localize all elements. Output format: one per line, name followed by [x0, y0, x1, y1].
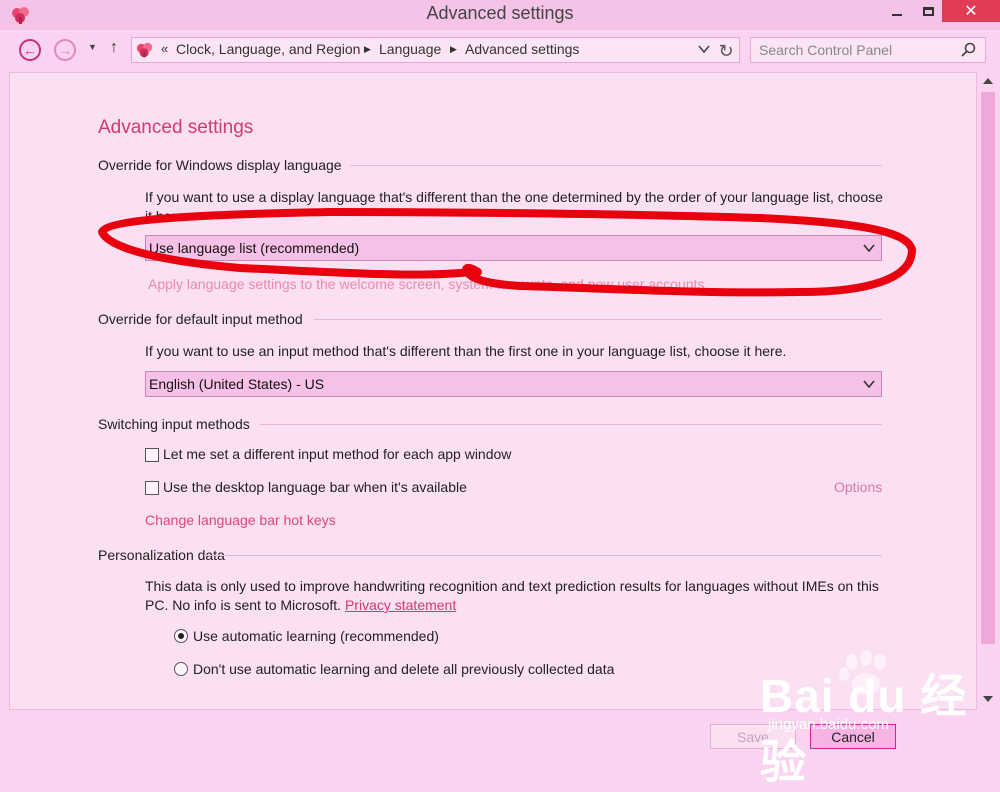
close-icon: ✕ — [964, 3, 978, 20]
scroll-thumb[interactable] — [981, 92, 995, 644]
address-dropdown-icon[interactable] — [698, 43, 710, 55]
back-button[interactable]: ← — [19, 39, 41, 61]
section-display-language-title: Override for Windows display language — [98, 157, 342, 173]
maximize-icon — [922, 6, 934, 16]
language-bar-label[interactable]: Use the desktop language bar when it's a… — [163, 479, 467, 495]
refresh-button[interactable]: ↻ — [714, 39, 738, 63]
recent-locations-button[interactable]: ▼ — [88, 42, 97, 52]
input-method-dropdown[interactable]: English (United States) - US — [145, 371, 882, 397]
section-divider — [204, 555, 882, 556]
up-button[interactable]: ↑ — [110, 39, 118, 57]
personalization-description-text: This data is only used to improve handwr… — [145, 578, 879, 613]
language-bar-checkbox[interactable] — [145, 481, 159, 495]
hot-keys-link[interactable]: Change language bar hot keys — [145, 512, 336, 528]
chevron-down-icon: ▼ — [88, 42, 97, 52]
no-learning-label[interactable]: Don't use automatic learning and delete … — [193, 661, 614, 677]
vertical-scrollbar[interactable] — [978, 72, 998, 710]
display-language-description: If you want to use a display language th… — [145, 189, 883, 224]
language-bar-options-link[interactable]: Options — [834, 479, 882, 495]
scroll-up-icon[interactable] — [980, 74, 996, 88]
display-language-dropdown[interactable]: Use language list (recommended) — [145, 235, 882, 261]
refresh-icon: ↻ — [718, 40, 734, 61]
page-title: Advanced settings — [98, 117, 254, 138]
chevron-down-icon — [863, 244, 875, 253]
radio-selected-dot — [178, 633, 184, 639]
search-input[interactable] — [751, 38, 972, 62]
section-input-method-title: Override for default input method — [98, 311, 303, 327]
personalization-description: This data is only used to improve handwr… — [145, 577, 885, 615]
breadcrumb-language[interactable]: Language — [379, 41, 441, 57]
input-method-selected: English (United States) - US — [149, 376, 325, 392]
breadcrumb-separator-icon[interactable]: ▶ — [450, 44, 457, 55]
breadcrumb-advanced-settings[interactable]: Advanced settings — [465, 41, 579, 57]
control-panel-icon — [136, 42, 153, 58]
search-icon[interactable] — [959, 41, 977, 59]
per-app-input-checkbox[interactable] — [145, 448, 159, 462]
section-switching-title: Switching input methods — [98, 416, 250, 432]
forward-button[interactable]: → — [54, 39, 76, 61]
breadcrumb-overflow[interactable]: « — [161, 41, 168, 56]
section-divider — [350, 165, 882, 166]
maximize-button[interactable] — [914, 0, 942, 22]
privacy-statement-link[interactable]: Privacy statement — [345, 597, 456, 613]
chevron-down-icon — [863, 380, 875, 389]
breadcrumb-clock-language-region[interactable]: Clock, Language, and Region — [176, 41, 360, 57]
arrow-left-icon: ← — [23, 42, 37, 58]
search-box[interactable] — [750, 37, 986, 63]
minimize-icon — [892, 14, 902, 16]
window-title: Advanced settings — [426, 3, 574, 23]
breadcrumb-separator-icon[interactable]: ▶ — [364, 44, 371, 55]
automatic-learning-radio[interactable] — [174, 629, 188, 643]
no-learning-radio[interactable] — [174, 662, 188, 676]
automatic-learning-label[interactable]: Use automatic learning (recommended) — [193, 628, 439, 644]
close-button[interactable]: ✕ — [942, 0, 1000, 22]
minimize-button[interactable] — [880, 0, 914, 22]
display-language-selected: Use language list (recommended) — [149, 240, 360, 256]
title-bar: Advanced settings ✕ — [0, 0, 1000, 30]
arrow-right-icon: → — [58, 42, 72, 58]
apply-language-settings-link[interactable]: Apply language settings to the welcome s… — [148, 276, 704, 292]
watermark-url: jingyan.baidu.com — [768, 716, 889, 733]
address-bar[interactable]: « Clock, Language, and Region ▶ Language… — [131, 37, 740, 63]
input-method-description: If you want to use an input method that'… — [145, 343, 787, 359]
section-divider — [260, 424, 882, 425]
section-divider — [314, 319, 882, 320]
per-app-input-label[interactable]: Let me set a different input method for … — [163, 446, 511, 462]
arrow-up-icon: ↑ — [110, 39, 118, 56]
